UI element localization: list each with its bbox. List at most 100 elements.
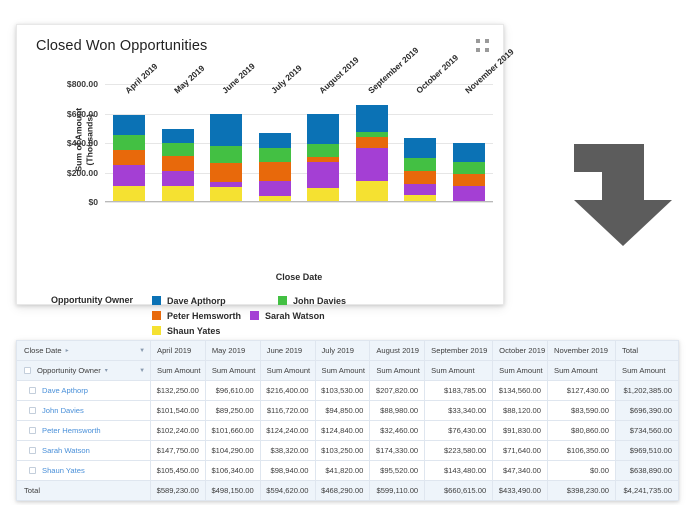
legend-item[interactable]: Shaun Yates (152, 323, 260, 338)
bar-segment[interactable] (113, 115, 145, 135)
owner-link[interactable]: Dave Apthorp (42, 386, 88, 395)
bar-segment[interactable] (404, 158, 436, 171)
table-cell-total[interactable]: $969,510.00 (616, 441, 679, 461)
bar-segment[interactable] (210, 163, 242, 181)
table-cell-amount[interactable]: $103,250.00 (315, 441, 370, 461)
bar-column[interactable] (113, 115, 145, 202)
bar-segment[interactable] (113, 186, 145, 202)
table-cell-total[interactable]: $696,390.00 (616, 401, 679, 421)
bar-column[interactable] (162, 129, 194, 202)
table-cell-amount[interactable]: $101,660.00 (205, 421, 260, 441)
table-cell-amount[interactable]: $223,580.00 (425, 441, 493, 461)
bar-segment[interactable] (113, 165, 145, 187)
row-checkbox[interactable] (29, 447, 36, 454)
chevron-down-icon-owner[interactable]: ▼ (139, 368, 145, 374)
row-checkbox[interactable] (29, 407, 36, 414)
table-cell-amount[interactable]: $102,240.00 (151, 421, 206, 441)
table-cell-amount[interactable]: $103,530.00 (315, 381, 370, 401)
owner-link[interactable]: Peter Hemsworth (42, 426, 101, 435)
bar-segment[interactable] (453, 174, 485, 186)
table-cell-total[interactable]: $734,560.00 (616, 421, 679, 441)
legend-item[interactable]: Peter Hemsworth (152, 308, 242, 323)
table-cell-amount[interactable]: $89,250.00 (205, 401, 260, 421)
column-header-month[interactable]: July 2019 (315, 341, 370, 361)
select-all-checkbox[interactable] (24, 367, 31, 374)
sort-arrow-icon-owner[interactable]: ▾ (105, 367, 108, 374)
owner-link[interactable]: Sarah Watson (42, 446, 90, 455)
column-header-month[interactable]: September 2019 (425, 341, 493, 361)
table-cell-amount[interactable]: $38,320.00 (260, 441, 315, 461)
bar-segment[interactable] (404, 138, 436, 158)
bar-column[interactable] (404, 138, 436, 202)
table-cell-amount[interactable]: $47,340.00 (493, 461, 548, 481)
bar-segment[interactable] (113, 135, 145, 150)
table-row[interactable]: John Davies $101,540.00$89,250.00$116,720… (17, 401, 679, 421)
bar-segment[interactable] (356, 137, 388, 148)
table-cell-amount[interactable]: $91,830.00 (493, 421, 548, 441)
table-row-owner-cell[interactable]: Sarah Watson (17, 441, 151, 461)
bar-segment[interactable] (113, 150, 145, 165)
row-checkbox[interactable] (29, 427, 36, 434)
table-cell-amount[interactable]: $33,340.00 (425, 401, 493, 421)
column-header-month[interactable]: April 2019 (151, 341, 206, 361)
table-cell-total[interactable]: $1,202,385.00 (616, 381, 679, 401)
table-row[interactable]: Shaun Yates$105,450.00$106,340.00$98,940… (17, 461, 679, 481)
bar-column[interactable] (453, 143, 485, 202)
owner-link[interactable]: John Davies (42, 406, 84, 415)
table-cell-amount[interactable]: $143,480.00 (425, 461, 493, 481)
table-cell-amount[interactable]: $83,590.00 (548, 401, 616, 421)
column-header-month[interactable]: November 2019 (548, 341, 616, 361)
bar-segment[interactable] (307, 188, 339, 202)
bar-segment[interactable] (307, 162, 339, 188)
bar-segment[interactable] (210, 187, 242, 202)
bar-segment[interactable] (453, 143, 485, 162)
close-date-header-cell[interactable]: Close Date ▸ ▼ (17, 341, 151, 361)
bar-segment[interactable] (259, 148, 291, 162)
table-row-owner-cell[interactable]: Shaun Yates (17, 461, 151, 481)
opportunity-owner-header-cell[interactable]: Opportunity Owner ▾ ▼ (17, 361, 151, 381)
bar-segment[interactable] (307, 114, 339, 145)
table-cell-amount[interactable]: $207,820.00 (370, 381, 425, 401)
bar-segment[interactable] (404, 171, 436, 185)
table-row-owner-cell[interactable]: John Davies (17, 401, 151, 421)
bar-column[interactable] (307, 114, 339, 202)
bar-segment[interactable] (259, 162, 291, 180)
bar-column[interactable] (210, 114, 242, 202)
table-cell-amount[interactable]: $71,640.00 (493, 441, 548, 461)
bar-segment[interactable] (162, 156, 194, 171)
legend-item[interactable]: Dave Apthorp (152, 293, 270, 308)
table-cell-amount[interactable]: $76,430.00 (425, 421, 493, 441)
table-cell-amount[interactable]: $106,350.00 (548, 441, 616, 461)
table-row[interactable]: Peter Hemsworth $102,240.00$101,660.00$12… (17, 421, 679, 441)
table-cell-amount[interactable]: $132,250.00 (151, 381, 206, 401)
table-cell-amount[interactable]: $88,980.00 (370, 401, 425, 421)
bar-segment[interactable] (307, 144, 339, 157)
owner-link[interactable]: Shaun Yates (42, 466, 85, 475)
table-row[interactable]: Dave Apthorp $132,250.00$96,610.00$216,40… (17, 381, 679, 401)
table-cell-amount[interactable]: $80,860.00 (548, 421, 616, 441)
table-cell-amount[interactable]: $94,850.00 (315, 401, 370, 421)
table-cell-amount[interactable]: $127,430.00 (548, 381, 616, 401)
table-cell-amount[interactable]: $104,290.00 (205, 441, 260, 461)
table-cell-amount[interactable]: $95,520.00 (370, 461, 425, 481)
bar-segment[interactable] (210, 114, 242, 146)
bar-segment[interactable] (356, 105, 388, 132)
table-cell-amount[interactable]: $101,540.00 (151, 401, 206, 421)
table-cell-amount[interactable]: $216,400.00 (260, 381, 315, 401)
expand-icon[interactable] (476, 39, 489, 52)
table-cell-amount[interactable]: $116,720.00 (260, 401, 315, 421)
legend-item[interactable]: Sarah Watson (250, 308, 368, 323)
table-cell-amount[interactable]: $174,330.00 (370, 441, 425, 461)
bar-segment[interactable] (162, 171, 194, 186)
table-cell-amount[interactable]: $106,340.00 (205, 461, 260, 481)
table-cell-amount[interactable]: $96,610.00 (205, 381, 260, 401)
table-cell-total[interactable]: $638,890.00 (616, 461, 679, 481)
bar-segment[interactable] (404, 184, 436, 195)
table-row-owner-cell[interactable]: Dave Apthorp (17, 381, 151, 401)
table-cell-amount[interactable]: $124,240.00 (260, 421, 315, 441)
table-cell-amount[interactable]: $32,460.00 (370, 421, 425, 441)
bar-segment[interactable] (210, 146, 242, 163)
bar-segment[interactable] (356, 181, 388, 202)
column-header-month[interactable]: May 2019 (205, 341, 260, 361)
bar-segment[interactable] (453, 186, 485, 202)
